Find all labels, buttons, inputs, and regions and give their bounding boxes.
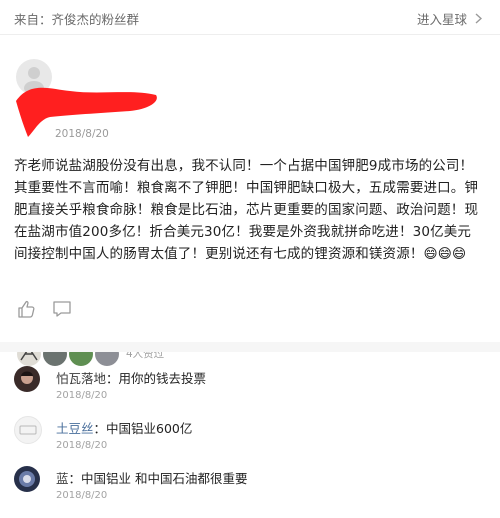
comment-line: 蓝：中国铝业 和中国石油都很重要 <box>56 468 248 487</box>
chevron-right-icon <box>475 12 483 27</box>
enter-planet-label: 进入星球 <box>417 12 468 27</box>
section-divider <box>0 342 500 352</box>
comment-item: 土豆丝：中国铝业600亿 2018/8/20 <box>0 416 500 468</box>
comment-text: 用你的钱去投票 <box>118 371 207 386</box>
comment-text: 中国铝业600亿 <box>106 421 193 436</box>
commenter-name[interactable]: 土豆丝 <box>56 421 94 436</box>
commenter-avatar[interactable] <box>14 366 40 392</box>
commenter-name[interactable]: 蓝 <box>56 471 69 486</box>
comment-separator: ： <box>68 471 82 486</box>
comment-text: 中国铝业 和中国石油都很重要 <box>81 471 248 486</box>
comment-timestamp: 2018/8/20 <box>56 440 108 451</box>
thumbs-up-icon[interactable] <box>16 299 36 319</box>
comment-line: 土豆丝：中国铝业600亿 <box>56 418 192 437</box>
enter-planet-link[interactable]: 进入星球 <box>417 9 483 28</box>
comment-item: 蓝：中国铝业 和中国石油都很重要 2018/8/20 <box>0 466 500 518</box>
post-card: 2018/8/20 齐老师说盐湖股份没有出息，我不认同！一个占据中国钾肥9成市场… <box>0 34 500 367</box>
comment-timestamp: 2018/8/20 <box>56 490 108 501</box>
post-timestamp: 2018/8/20 <box>55 128 109 140</box>
comment-line: 怕瓦落地：用你的钱去投票 <box>56 368 206 387</box>
source-group-label: 来自：齐俊杰的粉丝群 <box>14 12 140 27</box>
comment-separator: ： <box>106 371 119 386</box>
post-header-bar: 来自：齐俊杰的粉丝群 进入星球 <box>0 0 500 34</box>
comment-item: 怕瓦落地：用你的钱去投票 2018/8/20 <box>0 366 500 418</box>
commenter-name[interactable]: 怕瓦落地 <box>56 371 106 386</box>
comment-icon[interactable] <box>52 299 72 319</box>
post-body-text: 齐老师说盐湖股份没有出息，我不认同！一个占据中国钾肥9成市场的公司！其重要性不言… <box>14 158 479 262</box>
comment-timestamp: 2018/8/20 <box>56 390 108 401</box>
commenter-avatar[interactable] <box>14 416 42 444</box>
commenter-avatar[interactable] <box>14 466 40 492</box>
comment-separator: ： <box>93 421 107 436</box>
